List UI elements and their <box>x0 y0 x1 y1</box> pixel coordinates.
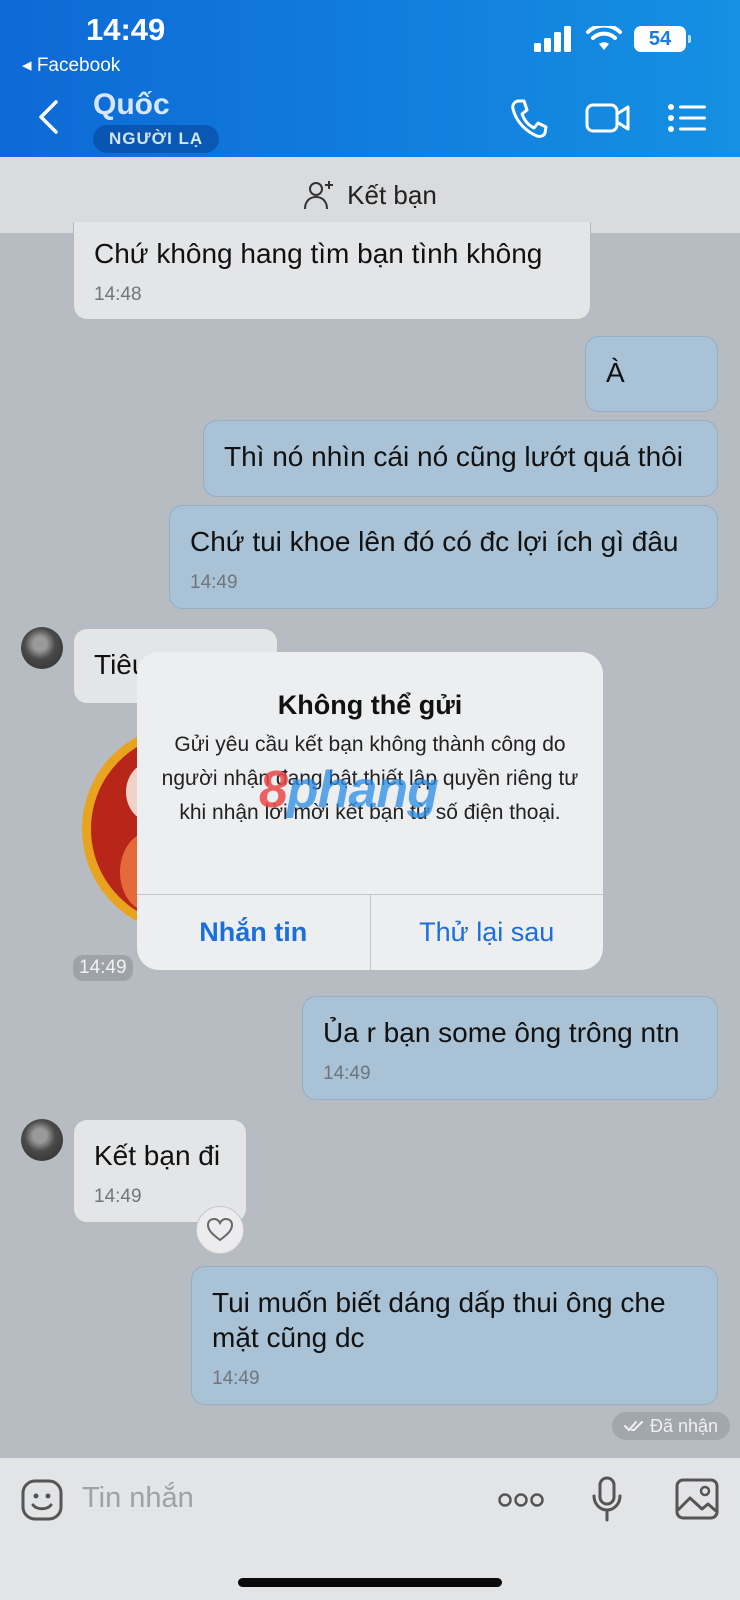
alert-title: Không thể gửi <box>277 690 463 720</box>
heart-icon <box>207 1218 233 1242</box>
add-user-icon <box>304 181 334 210</box>
message-time: 14:49 <box>190 572 238 593</box>
sticker-time: 14:49 <box>73 955 133 981</box>
alert-message: Gửi yêu cầu kết bạn không thành công do … <box>161 733 579 824</box>
message-text: Chứ tui khoe lên đó có đc lợi ích gì đâu <box>190 526 679 557</box>
double-check-icon <box>624 1421 643 1432</box>
message-bubble[interactable]: Thì nó nhìn cái nó cũng lướt quá thôi <box>203 420 718 497</box>
message-time: 14:49 <box>212 1368 260 1389</box>
menu-list-icon[interactable] <box>668 104 706 132</box>
message-bubble[interactable]: Ủa r bạn some ông trông ntn 14:49 <box>302 996 718 1100</box>
more-options-icon[interactable] <box>498 1492 544 1508</box>
chat-header: 14:49 ◂ Facebook 54 Quốc NGƯỜI LẠ <box>0 0 740 157</box>
message-text: Kết bạn đi <box>94 1140 221 1171</box>
contact-name[interactable]: Quốc <box>93 88 170 122</box>
message-input-bar: Tin nhắn <box>0 1458 740 1600</box>
message-button[interactable]: Nhắn tin <box>137 895 371 970</box>
avatar[interactable] <box>21 1119 63 1161</box>
message-text: À <box>606 357 625 388</box>
microphone-icon[interactable] <box>592 1476 622 1522</box>
avatar[interactable] <box>21 627 63 669</box>
image-gallery-icon[interactable] <box>675 1478 719 1520</box>
message-input[interactable]: Tin nhắn <box>82 1482 194 1515</box>
status-icons: 54 <box>534 26 691 52</box>
message-time: 14:49 <box>323 1063 371 1084</box>
react-heart-button[interactable] <box>196 1206 244 1254</box>
wifi-icon <box>586 26 622 50</box>
home-indicator[interactable] <box>238 1578 502 1587</box>
status-time: 14:49 <box>86 12 166 47</box>
phone-icon[interactable] <box>510 98 548 138</box>
message-bubble[interactable]: Chứ tui khoe lên đó có đc lợi ích gì đâu… <box>169 505 718 609</box>
message-text: Tui muốn biết dáng dấp thui ông che mặt … <box>212 1287 666 1353</box>
message-bubble[interactable]: Tui muốn biết dáng dấp thui ông che mặt … <box>191 1266 718 1405</box>
alert-buttons: Nhắn tin Thử lại sau <box>137 894 603 970</box>
received-status-badge: Đã nhận <box>612 1412 731 1440</box>
battery-icon: 54 <box>634 26 691 52</box>
back-to-app-link[interactable]: ◂ Facebook <box>22 54 120 77</box>
video-camera-icon[interactable] <box>585 102 631 134</box>
sticker-emoji-icon[interactable] <box>20 1478 64 1522</box>
add-friend-label: Kết bạn <box>347 179 437 210</box>
message-text: Chứ không hang tìm bạn tình không <box>94 238 543 269</box>
received-status-text: Đã nhận <box>650 1416 719 1436</box>
message-text: Thì nó nhìn cái nó cũng lướt quá thôi <box>224 441 683 472</box>
message-bubble[interactable]: À <box>585 336 718 412</box>
signal-icon <box>534 26 571 52</box>
stranger-badge: NGƯỜI LẠ <box>93 125 220 153</box>
message-bubble[interactable]: Chứ không hang tìm bạn tình không 14:48 <box>73 222 591 320</box>
alert-dialog: Không thể gửi Gửi yêu cầu kết bạn không … <box>137 652 603 970</box>
back-chevron-icon[interactable] <box>36 100 60 134</box>
retry-later-button[interactable]: Thử lại sau <box>371 895 604 970</box>
message-text: Ủa r bạn some ông trông ntn <box>323 1017 680 1048</box>
message-time: 14:48 <box>94 284 142 305</box>
